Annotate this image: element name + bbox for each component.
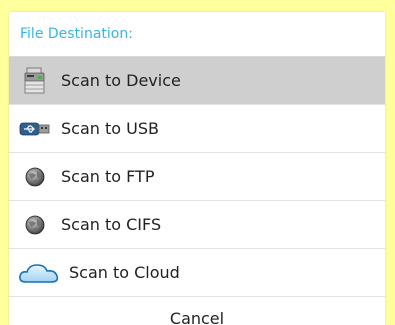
option-label: Scan to FTP — [61, 167, 155, 186]
file-destination-dialog: File Destination: Scan to Device Scan to… — [9, 12, 385, 325]
option-label: Scan to Device — [61, 71, 181, 90]
dialog-title-bar: File Destination: — [9, 12, 385, 57]
cancel-label: Cancel — [169, 308, 225, 325]
usb-icon — [9, 121, 61, 137]
scan-to-cloud-option[interactable]: Scan to Cloud — [9, 249, 385, 297]
printer-icon — [9, 67, 61, 95]
scan-to-ftp-option[interactable]: Scan to FTP — [9, 153, 385, 201]
scan-to-cifs-option[interactable]: Scan to CIFS — [9, 201, 385, 249]
dialog-title: File Destination: — [20, 26, 133, 42]
globe-icon — [9, 215, 61, 235]
option-label: Scan to USB — [61, 119, 159, 138]
cancel-button[interactable]: Cancel — [9, 297, 385, 325]
option-label: Scan to CIFS — [61, 215, 162, 234]
cloud-icon — [9, 262, 69, 284]
scan-to-device-option[interactable]: Scan to Device — [9, 57, 385, 105]
option-label: Scan to Cloud — [69, 263, 180, 282]
scan-to-usb-option[interactable]: Scan to USB — [9, 105, 385, 153]
globe-icon — [9, 167, 61, 187]
